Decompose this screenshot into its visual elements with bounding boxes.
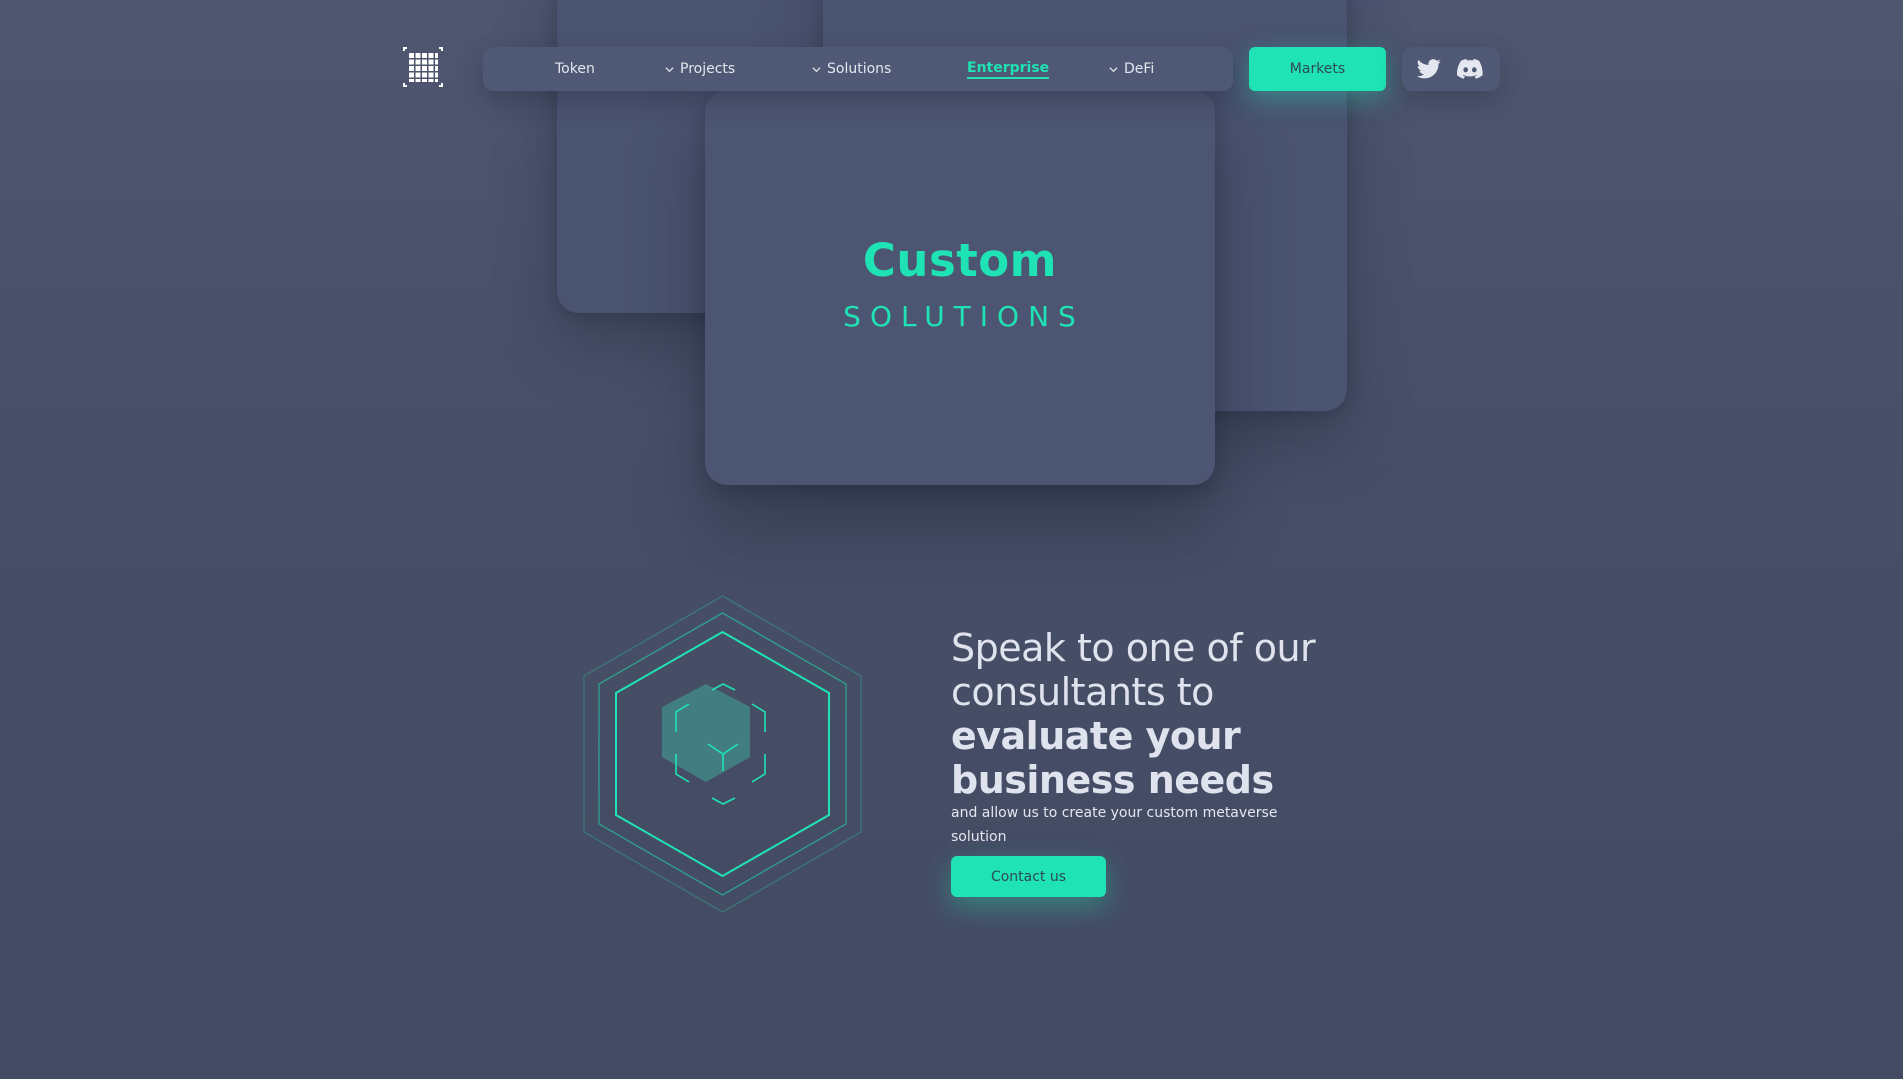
hexagon-cube-icon	[583, 595, 862, 913]
nav-item-label: Solutions	[827, 61, 892, 77]
discord-icon[interactable]	[1457, 58, 1483, 80]
social-links	[1402, 47, 1500, 91]
nav-item-label: Projects	[680, 61, 736, 77]
cta-description: and allow us to create your custom metav…	[951, 805, 1278, 845]
nav-item-enterprise[interactable]: Enterprise	[967, 47, 1050, 91]
twitter-icon[interactable]	[1417, 58, 1441, 80]
hero-card: Custom SOLUTIONS	[705, 90, 1215, 485]
nav-item-token[interactable]: Token	[555, 47, 595, 91]
grid-logo-icon	[403, 47, 443, 87]
nav-item-label: DeFi	[1124, 61, 1155, 77]
contact-us-button[interactable]: Contact us	[951, 856, 1106, 897]
nav-item-solutions[interactable]: Solutions	[812, 47, 891, 91]
hero-subtitle: SOLUTIONS	[843, 300, 1085, 333]
nav-item-defi[interactable]: DeFi	[1109, 47, 1154, 91]
chevron-down-icon	[812, 66, 821, 72]
cta-heading-line: Speak to one of our	[951, 626, 1316, 670]
markets-button[interactable]: Markets	[1249, 47, 1386, 91]
chevron-down-icon	[1109, 66, 1118, 72]
nav-item-projects[interactable]: Projects	[665, 47, 735, 91]
cta-heading: Speak to one of our consultants to evalu…	[951, 626, 1351, 802]
chevron-down-icon	[665, 66, 674, 72]
cta-heading-line: consultants to	[951, 670, 1214, 714]
main-nav: Token Projects Solutions Enterprise DeFi	[483, 47, 1233, 91]
nav-item-label: Enterprise	[967, 60, 1050, 79]
logo[interactable]	[403, 47, 443, 87]
hero-title: Custom	[862, 234, 1058, 287]
cta-heading-emphasis: evaluate your	[951, 714, 1241, 758]
cta-heading-emphasis: business needs	[951, 758, 1274, 802]
nav-item-label: Token	[555, 61, 595, 77]
